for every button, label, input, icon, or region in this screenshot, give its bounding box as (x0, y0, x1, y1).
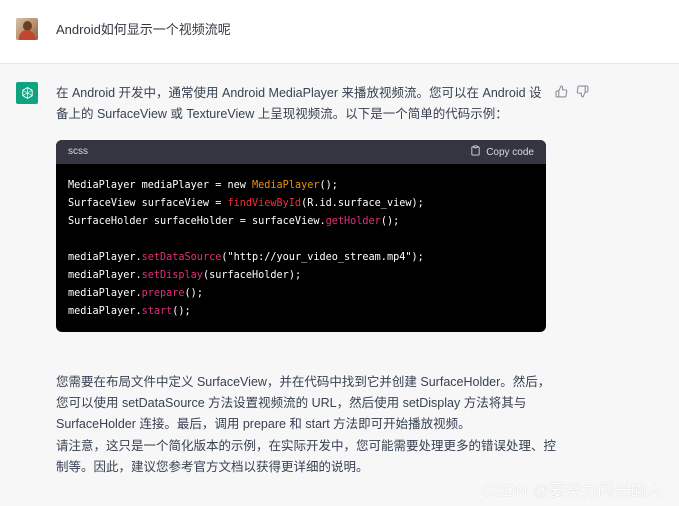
code-token: findViewById (227, 198, 302, 209)
code-line: MediaPlayer mediaPlayer = new MediaPlaye… (68, 177, 534, 195)
code-token: (); (380, 216, 400, 227)
code-line: mediaPlayer.prepare(); (68, 285, 534, 303)
assistant-intro: 在 Android 开发中，通常使用 Android MediaPlayer 来… (56, 83, 546, 125)
code-token: (); (319, 180, 338, 191)
code-block-header: scss Copy code (56, 140, 546, 164)
intro-line: 在 Android 开发中，通常使用 Android MediaPlayer 来… (56, 86, 542, 100)
code-token: MediaPlayer mediaPlayer = new (68, 180, 253, 191)
code-token: (R.id.surface_view); (301, 198, 424, 209)
explain-line: 您需要在布局文件中定义 SurfaceView，并在代码中找到它并创建 Surf… (56, 375, 551, 389)
user-question: Android如何显示一个视频流呢 (56, 22, 231, 37)
user-message-row: Android如何显示一个视频流呢 (0, 0, 679, 64)
copy-code-label: Copy code (486, 146, 534, 158)
intro-line: 备上的 SurfaceView 或 TextureView 上呈现视频流。以下是… (56, 107, 508, 121)
code-token: mediaPlayer. (68, 252, 142, 263)
csdn-watermark: CSDN @要努力闪光的人 (481, 483, 663, 500)
code-token: (); (184, 288, 203, 299)
code-token: mediaPlayer. (68, 288, 142, 299)
explain-line: SurfaceHolder 连接。最后，调用 prepare 和 start 方… (56, 417, 471, 431)
code-body: MediaPlayer mediaPlayer = new MediaPlaye… (56, 164, 546, 332)
code-token: setDataSource (141, 252, 222, 263)
code-token: setDisplay (141, 270, 203, 281)
code-token: SurfaceView surfaceView = (68, 198, 228, 209)
code-token: getHolder (325, 216, 381, 227)
assistant-note: 请注意，这只是一个简化版本的示例，在实际开发中，您可能需要处理更多的错误处理、控… (56, 436, 557, 478)
explain-line: 您可以使用 setDataSource 方法设置视频流的 URL，然后使用 se… (56, 396, 527, 410)
code-token: prepare (141, 288, 185, 299)
code-token: (surfaceHolder); (202, 270, 302, 281)
code-token: ("http://your_video_stream.mp4"); (221, 252, 424, 263)
code-token: mediaPlayer. (68, 270, 142, 281)
thumbs-up-icon[interactable] (554, 84, 568, 98)
clipboard-icon (470, 145, 481, 159)
thumbs-down-icon[interactable] (575, 84, 589, 98)
code-token: start (141, 306, 173, 317)
code-line: mediaPlayer.setDisplay(surfaceHolder); (68, 267, 534, 285)
note-line: 制等。因此，建议您参考官方文档以获得更详细的说明。 (56, 460, 369, 474)
code-token: mediaPlayer. (68, 306, 142, 317)
user-avatar (16, 18, 38, 40)
assistant-message-row: 在 Android 开发中，通常使用 Android MediaPlayer 来… (0, 64, 679, 506)
note-line: 请注意，这只是一个简化版本的示例，在实际开发中，您可能需要处理更多的错误处理、控 (56, 439, 557, 453)
code-token: MediaPlayer (252, 180, 320, 191)
code-line: SurfaceView surfaceView = findViewById(R… (68, 195, 534, 213)
code-line: mediaPlayer.setDataSource("http://your_v… (68, 249, 534, 267)
code-line: mediaPlayer.start(); (68, 303, 534, 321)
openai-logo-icon (16, 82, 38, 104)
copy-code-button[interactable]: Copy code (470, 145, 534, 159)
code-token: SurfaceHolder surfaceHolder = surfaceVie… (68, 216, 326, 227)
code-block: scss Copy code MediaPlayer mediaPlayer =… (56, 140, 546, 332)
code-token: (); (172, 306, 191, 317)
code-line: SurfaceHolder surfaceHolder = surfaceVie… (68, 213, 534, 231)
assistant-explanation: 您需要在布局文件中定义 SurfaceView，并在代码中找到它并创建 Surf… (56, 372, 551, 435)
code-language-label: scss (68, 146, 88, 157)
